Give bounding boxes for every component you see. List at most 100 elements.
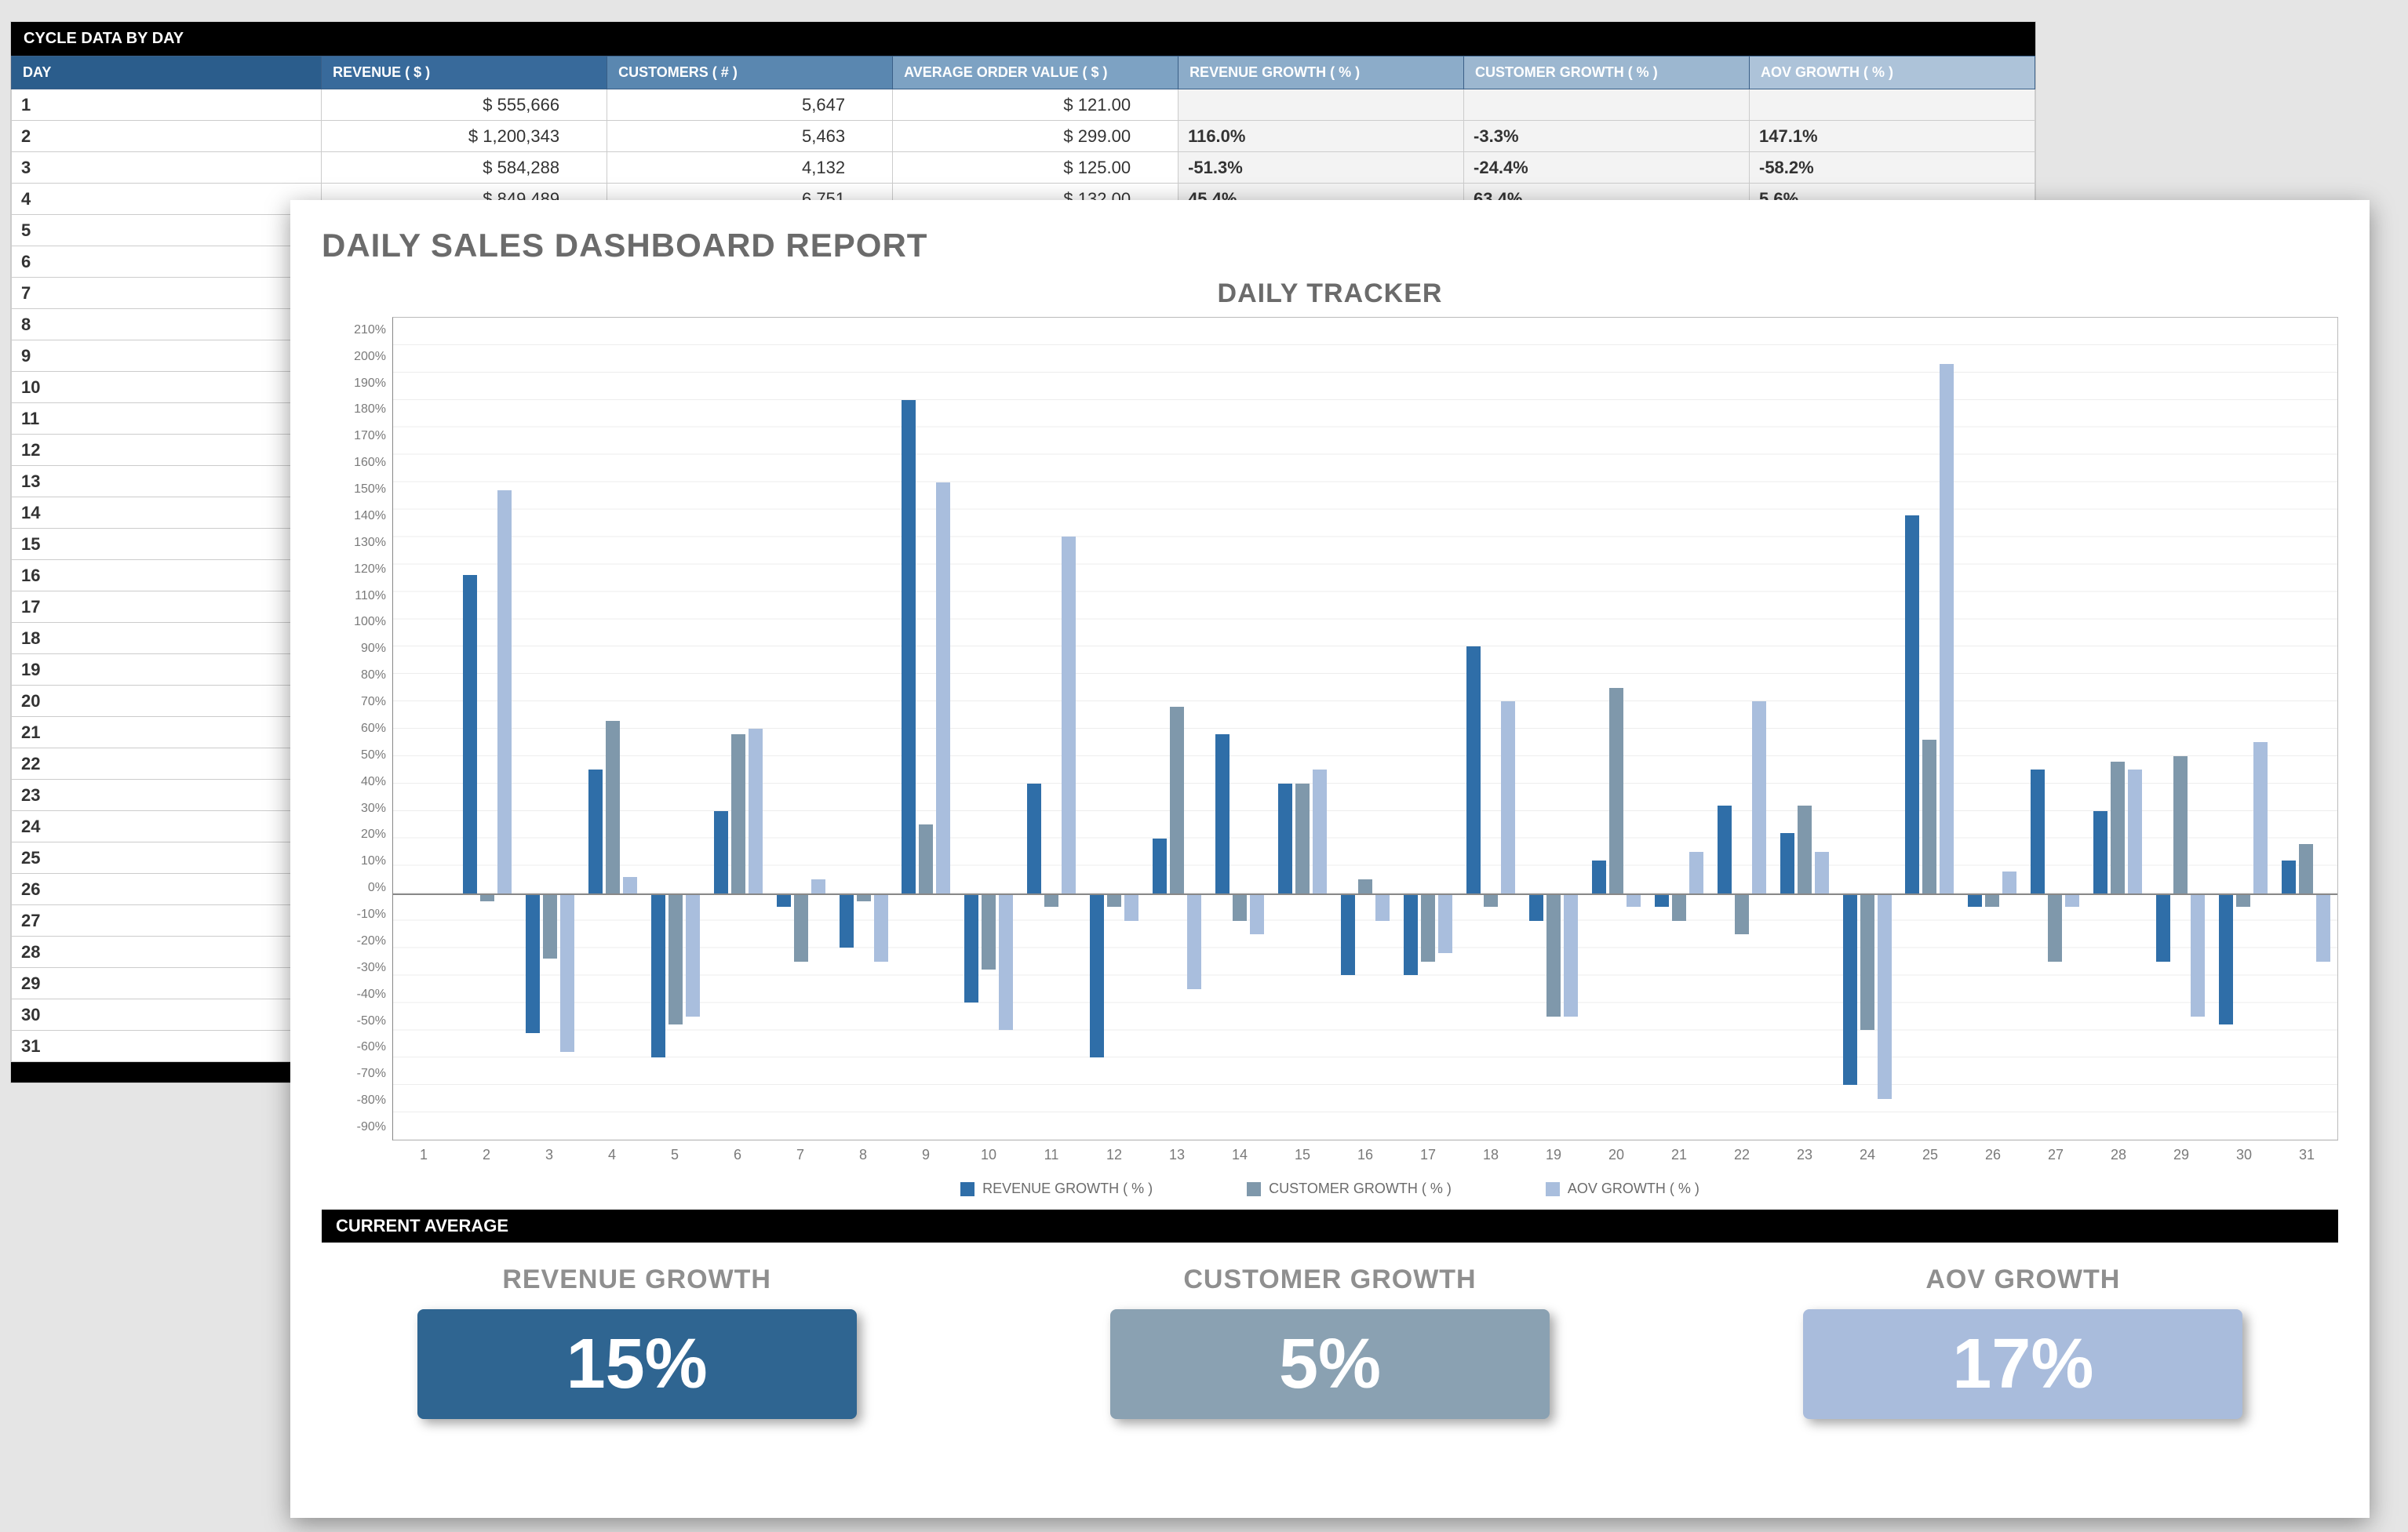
ytick: -70% [322, 1061, 386, 1087]
bar [606, 721, 620, 893]
bar [1278, 784, 1292, 893]
table-row: 3 $ 584,288 4,132 $ 125.00 -51.3% -24.4%… [12, 152, 2035, 184]
xtick: 14 [1208, 1141, 1271, 1163]
xtick: 24 [1836, 1141, 1899, 1163]
bar [1233, 893, 1247, 921]
kpi-row: REVENUE GROWTH 15%CUSTOMER GROWTH 5%AOV … [322, 1265, 2338, 1419]
xtick: 19 [1522, 1141, 1585, 1163]
legend-item: AOV GROWTH ( % ) [1546, 1181, 1699, 1197]
bar [1438, 893, 1452, 954]
bar-group [1146, 318, 1208, 1140]
chart-legend: REVENUE GROWTH ( % )CUSTOMER GROWTH ( % … [322, 1181, 2338, 1197]
bar [1153, 839, 1167, 893]
bar-group [2024, 318, 2086, 1140]
bar [714, 811, 728, 893]
bar [1905, 515, 1919, 893]
bar [1421, 893, 1435, 962]
kpi: CUSTOMER GROWTH 5% [1015, 1265, 1645, 1419]
xtick: 15 [1271, 1141, 1334, 1163]
xtick: 4 [581, 1141, 643, 1163]
xtick: 5 [643, 1141, 706, 1163]
ytick: 90% [322, 635, 386, 662]
ytick: -90% [322, 1114, 386, 1141]
bar [651, 893, 665, 1058]
xtick: 25 [1899, 1141, 1962, 1163]
bar [1170, 707, 1184, 893]
chart-yaxis: -90%-80%-70%-60%-50%-40%-30%-20%-10%0%10… [322, 317, 392, 1141]
bar-group [2212, 318, 2275, 1140]
bar [668, 893, 683, 1025]
bar-group [1773, 318, 1836, 1140]
bar [1313, 770, 1327, 893]
kpi-value: 5% [1110, 1309, 1550, 1419]
xtick: 9 [894, 1141, 957, 1163]
bar [1404, 893, 1418, 976]
bar-group [1585, 318, 1648, 1140]
ytick: 0% [322, 875, 386, 901]
bar-group [1020, 318, 1083, 1140]
bar [777, 893, 791, 907]
bar [1843, 893, 1857, 1086]
xtick: 30 [2213, 1141, 2275, 1163]
bar [1358, 879, 1372, 893]
xtick: 21 [1648, 1141, 1710, 1163]
bar [1090, 893, 1104, 1058]
bar [1546, 893, 1561, 1017]
current-average-band: CURRENT AVERAGE [322, 1210, 2338, 1243]
xtick: 31 [2275, 1141, 2338, 1163]
bar-group [1083, 318, 1146, 1140]
bar [1062, 537, 1076, 893]
xtick: 23 [1773, 1141, 1836, 1163]
bar [1250, 893, 1264, 934]
bar [840, 893, 854, 948]
kpi-value: 15% [417, 1309, 857, 1419]
ytick: -20% [322, 928, 386, 955]
bar [1860, 893, 1874, 1031]
chart-zero-line [393, 893, 2337, 895]
bar [2173, 756, 2188, 893]
bar [2031, 770, 2045, 893]
bar-group [895, 318, 958, 1140]
bar [1878, 893, 1892, 1099]
bar-group [1961, 318, 2024, 1140]
xtick: 22 [1710, 1141, 1773, 1163]
bar [623, 877, 637, 893]
bar [686, 893, 700, 1017]
bar [526, 893, 540, 1033]
kpi-label: CUSTOMER GROWTH [1015, 1265, 1645, 1295]
kpi-value: 17% [1803, 1309, 2242, 1419]
col-header: DAY [12, 56, 322, 89]
xtick: 2 [455, 1141, 518, 1163]
ytick: 50% [322, 742, 386, 769]
bar [999, 893, 1013, 1031]
bar-group [832, 318, 895, 1140]
ytick: 20% [322, 822, 386, 849]
bar [1466, 646, 1481, 893]
bar [463, 575, 477, 893]
kpi-label: REVENUE GROWTH [322, 1265, 952, 1295]
bar [2299, 844, 2313, 893]
table-row: 1 $ 555,666 5,647 $ 121.00 [12, 89, 2035, 121]
bar [1922, 740, 1936, 893]
bar [902, 400, 916, 893]
xtick: 29 [2150, 1141, 2213, 1163]
bar [2093, 811, 2107, 893]
bar [1815, 852, 1829, 893]
ytick: 100% [322, 610, 386, 636]
bar [1295, 784, 1310, 893]
xtick: 20 [1585, 1141, 1648, 1163]
col-header: REVENUE ( $ ) [322, 56, 607, 89]
bar [1564, 893, 1578, 1017]
bar [588, 770, 603, 893]
bar [982, 893, 996, 970]
bar [1044, 893, 1058, 907]
table-row: 2 $ 1,200,343 5,463 $ 299.00 116.0% -3.3… [12, 121, 2035, 152]
xtick: 7 [769, 1141, 832, 1163]
ytick: -30% [322, 955, 386, 981]
xtick: 1 [392, 1141, 455, 1163]
bar [919, 824, 933, 893]
bar [1627, 893, 1641, 907]
ytick: 160% [322, 449, 386, 476]
bar-group [2275, 318, 2337, 1140]
ytick: 10% [322, 848, 386, 875]
